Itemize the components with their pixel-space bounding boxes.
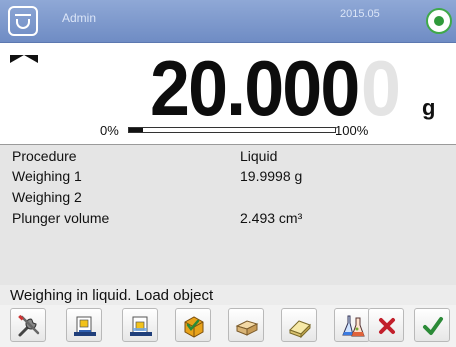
scale-home-icon[interactable]: [8, 6, 38, 36]
weighing-2-icon: [130, 316, 152, 336]
level-indicator-icon[interactable]: [426, 8, 452, 34]
confirm-check-icon: [423, 317, 443, 335]
info-row: Plunger volume 2.493 cm³: [0, 210, 456, 230]
procedure-value: Liquid: [240, 148, 278, 164]
weighing-1-button[interactable]: [66, 308, 102, 342]
button-bar: [0, 305, 456, 347]
info-row: Weighing 2: [0, 189, 456, 209]
info-panel: Procedure Liquid Weighing 1 19.9998 g We…: [0, 144, 456, 286]
settings-tools-icon: [18, 314, 40, 337]
bargraph-min-label: 0%: [100, 123, 119, 138]
weighing-1-icon: [74, 316, 96, 336]
flasks-icon: [342, 315, 365, 337]
bargraph-max-label: 100%: [335, 123, 369, 138]
weight-display: 20.000 0 g 0% 100%: [0, 43, 456, 143]
box-check-button[interactable]: [175, 308, 211, 342]
level-bubble: [434, 16, 444, 26]
sample-block-button[interactable]: [228, 308, 264, 342]
weighing-2-button[interactable]: [122, 308, 158, 342]
eraser-icon: [289, 320, 311, 339]
user-name: Admin: [62, 11, 97, 25]
settings-button[interactable]: [10, 308, 46, 342]
date-label: 2015.05: [340, 8, 380, 20]
status-message: Weighing in liquid. Load object: [10, 287, 214, 304]
status-line: Weighing in liquid. Load object: [0, 285, 456, 305]
bargraph-fill: [129, 128, 144, 132]
eraser-button[interactable]: [281, 308, 317, 342]
info-row: Weighing 1 19.9998 g: [0, 168, 456, 188]
plunger-volume-label: Plunger volume: [12, 210, 110, 226]
cancel-x-icon: [379, 318, 395, 334]
cancel-button[interactable]: [368, 308, 404, 342]
weighing-1-label: Weighing 1: [12, 168, 82, 184]
weight-unit[interactable]: g: [422, 95, 435, 121]
flasks-button[interactable]: [334, 308, 370, 342]
sample-block-icon: [235, 320, 259, 336]
procedure-label: Procedure: [12, 148, 77, 164]
box-check-icon: [184, 316, 204, 338]
top-bar: Admin 2015.05: [0, 0, 456, 43]
weighing-1-value: 19.9998 g: [240, 168, 303, 184]
weighing-2-label: Weighing 2: [12, 189, 82, 205]
bargraph: [128, 127, 336, 133]
info-row: Procedure Liquid: [0, 148, 456, 168]
plunger-volume-value: 2.493 cm³: [240, 210, 303, 226]
confirm-button[interactable]: [414, 308, 450, 342]
weight-last-digit: 0: [361, 44, 401, 132]
weight-value: 20.000: [150, 44, 360, 132]
